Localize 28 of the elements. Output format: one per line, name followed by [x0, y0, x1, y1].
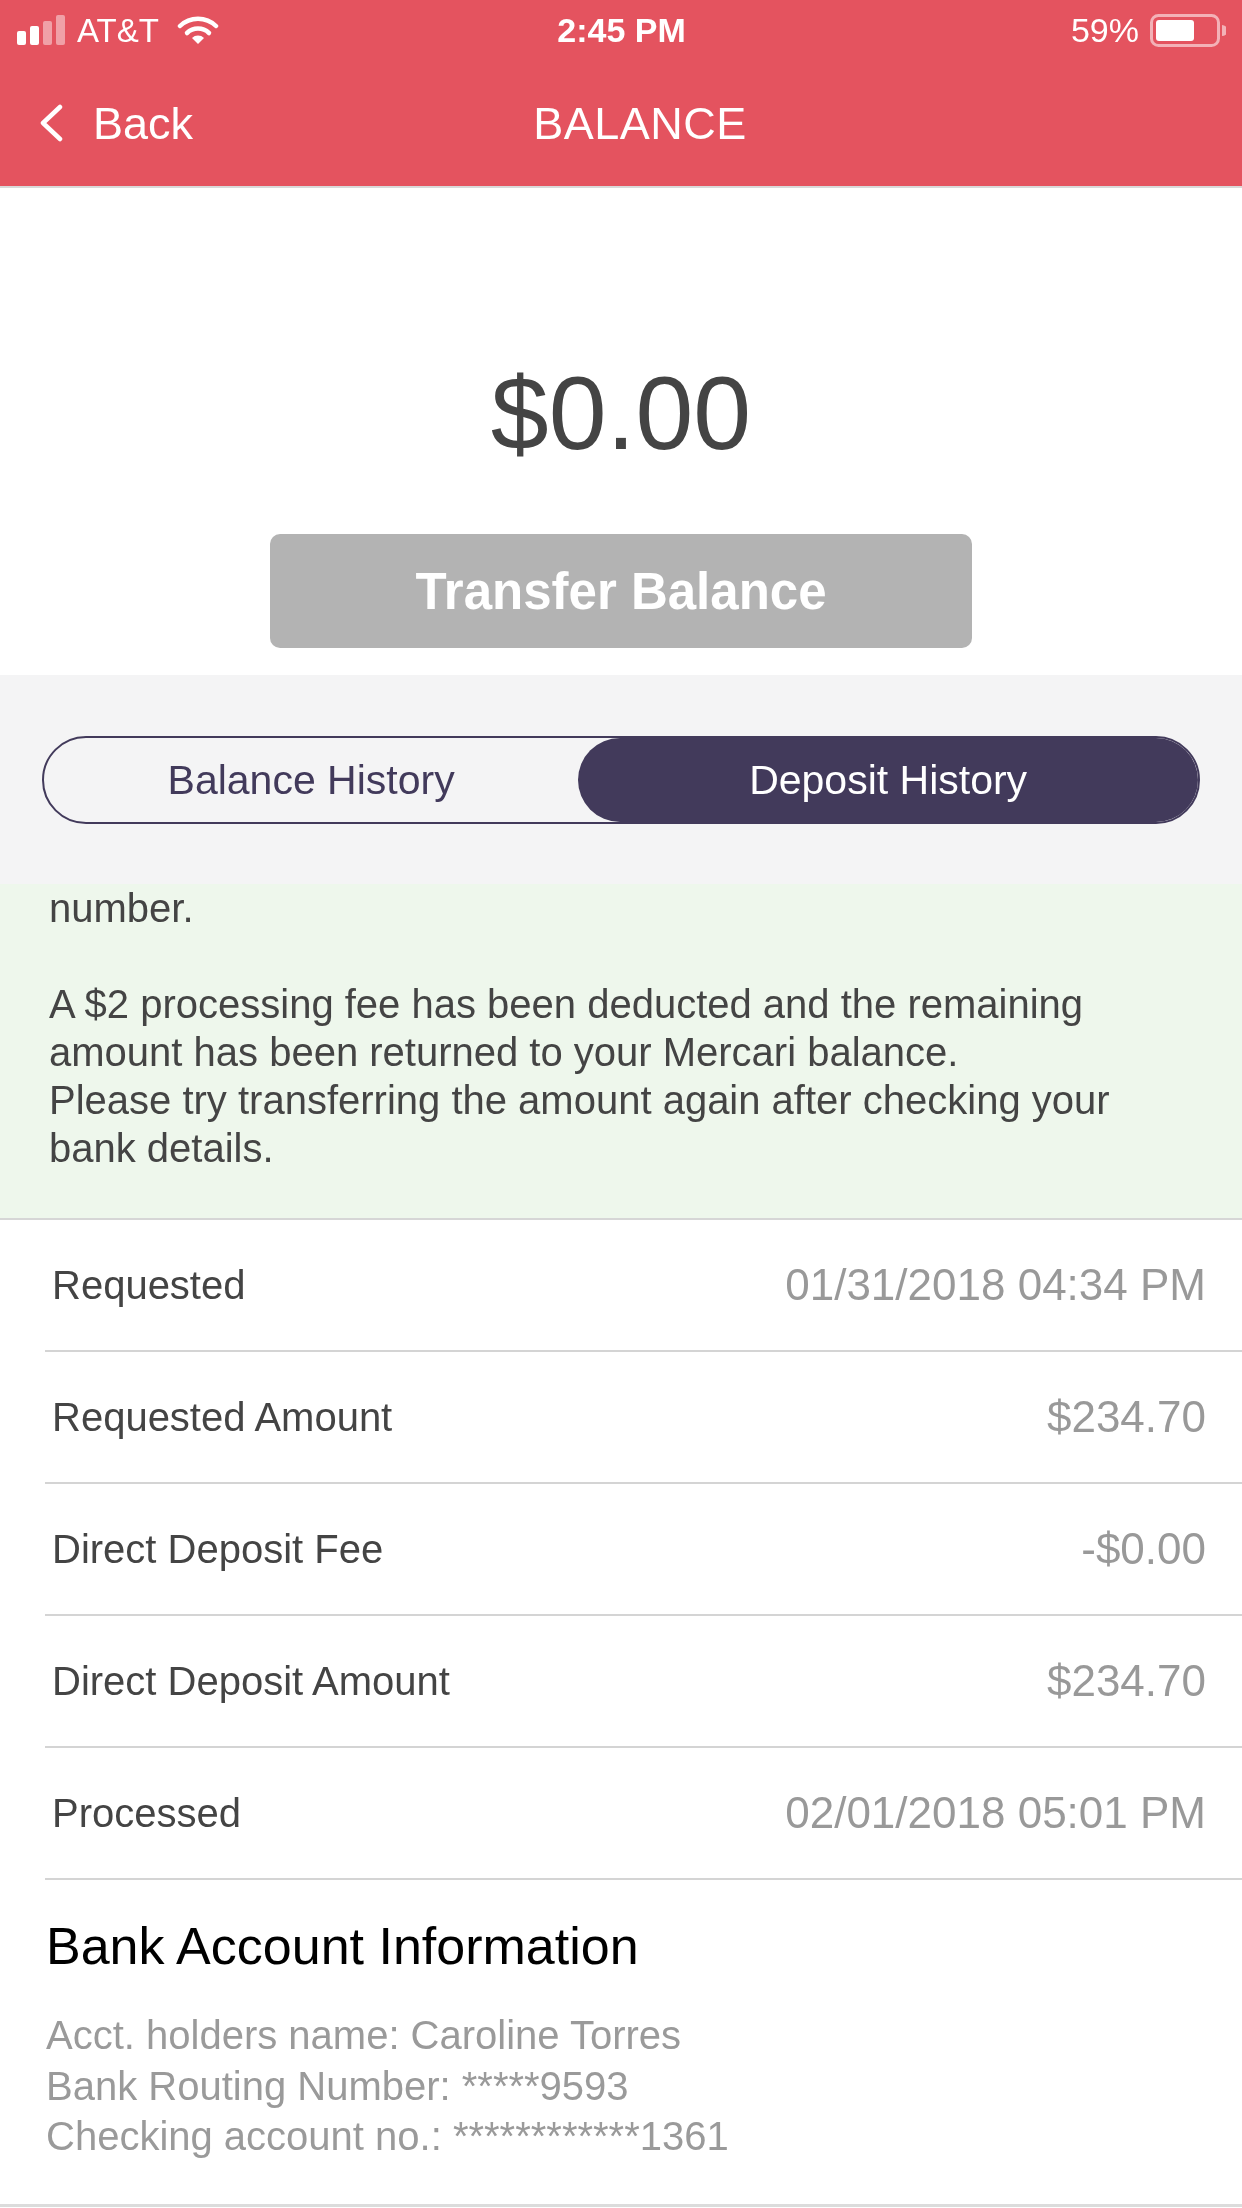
account-info-text: Acct. holders name: Caroline Torres	[46, 2012, 683, 2059]
history-tab[interactable]: Deposit History	[578, 738, 1198, 822]
detail-label: Processed	[52, 1790, 241, 1836]
detail-label: Requested	[52, 1262, 246, 1308]
battery-icon	[1150, 13, 1226, 47]
back-button[interactable]: Back	[38, 100, 194, 146]
notice-text: A $2 processing fee has been deducted and the remaining amount has been returned to your Mercari balance. Please try transferring the amount again after checking your bank details.	[49, 981, 1111, 1172]
detail-value: -$0.00	[1081, 1524, 1206, 1574]
detail-label: Direct Deposit Amount	[52, 1658, 450, 1704]
chevron-left-icon	[38, 104, 63, 142]
notice-text: number.	[49, 885, 195, 932]
battery-percent: 59%	[1070, 13, 1139, 47]
balance-amount: $0.00	[490, 354, 752, 473]
account-info-text: Checking account no.: ************1361	[46, 2113, 730, 2160]
detail-label: Requested Amount	[52, 1394, 393, 1440]
section-heading: Bank Account Information	[46, 1916, 640, 1976]
carrier-name: AT&T	[77, 13, 159, 47]
detail-value: 01/31/2018 04:34 PM	[785, 1260, 1206, 1310]
status-time: 2:45 PM	[557, 13, 686, 47]
detail-label: Direct Deposit Fee	[52, 1526, 384, 1572]
screen-title: BALANCE	[533, 100, 747, 146]
signal-icon	[17, 15, 65, 45]
history-tab[interactable]: Balance History	[44, 738, 579, 822]
detail-value: $234.70	[1046, 1392, 1206, 1442]
detail-value: $234.70	[1046, 1656, 1206, 1706]
account-info-text: Bank Routing Number: *****9593	[46, 2062, 630, 2110]
wifi-icon	[176, 15, 219, 45]
detail-value: 02/01/2018 05:01 PM	[785, 1788, 1206, 1838]
